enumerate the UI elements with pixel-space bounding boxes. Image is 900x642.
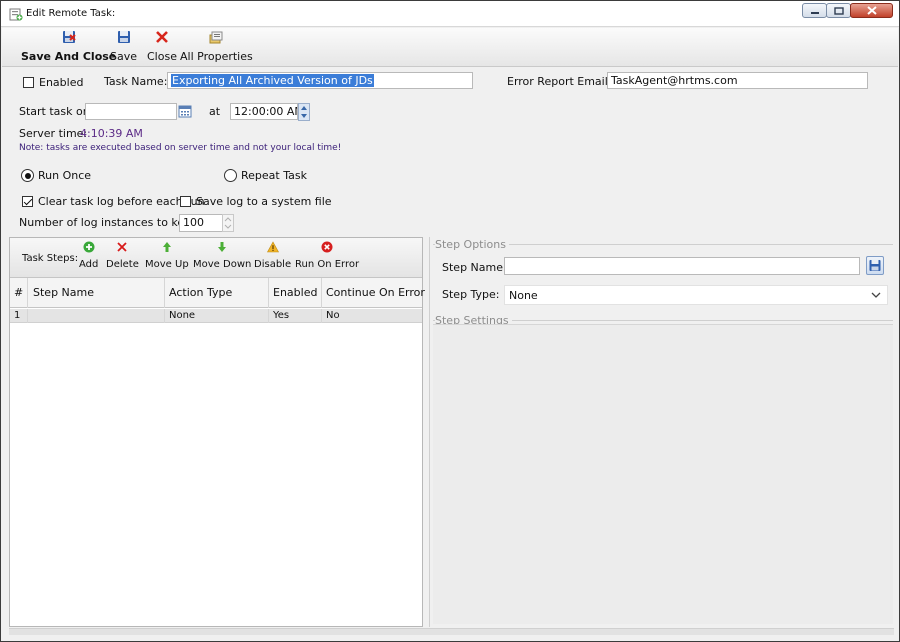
all-properties-button[interactable]: All Properties: [180, 30, 253, 63]
chevron-down-icon: [871, 292, 881, 298]
save-button[interactable]: Save: [110, 30, 137, 63]
row-action-type-cell: None: [165, 309, 269, 323]
close-label: Close: [147, 50, 177, 63]
move-up-button[interactable]: Move Up: [145, 241, 189, 270]
error-icon: [321, 241, 333, 253]
save-log-label: Save log to a system file: [196, 195, 332, 208]
minimize-icon: [810, 11, 819, 14]
task-name-label: Task Name:: [104, 75, 168, 88]
calendar-icon[interactable]: [178, 104, 192, 118]
clear-log-checkbox[interactable]: [22, 196, 33, 207]
title-bar: Edit Remote Task:: [1, 1, 899, 27]
row-number-cell: 1: [10, 309, 28, 323]
delete-icon: [117, 242, 128, 252]
maximize-button[interactable]: [826, 3, 851, 18]
server-time-value: 4:10:39 AM: [80, 127, 143, 140]
close-button[interactable]: Close: [147, 30, 177, 63]
close-icon: [866, 6, 877, 15]
window-title: Edit Remote Task:: [26, 8, 116, 19]
move-down-label: Move Down: [193, 259, 252, 270]
spinner-icon[interactable]: [298, 103, 310, 121]
run-once-radio[interactable]: [21, 169, 34, 182]
start-time-value: 12:00:00 AM: [234, 105, 298, 118]
steps-grid-header: # Step Name Action Type Enabled Continue…: [10, 278, 425, 308]
maximize-icon: [833, 6, 844, 15]
at-label: at: [209, 105, 221, 118]
window-close-button[interactable]: [850, 3, 893, 18]
steps-toolbar: Task Steps: Add Delete Move Up Move Down…: [10, 238, 422, 278]
step-settings-area: [433, 324, 893, 624]
repeat-task-radio[interactable]: [224, 169, 237, 182]
run-on-error-button[interactable]: Run On Error: [295, 241, 359, 270]
step-name-input[interactable]: [504, 257, 860, 275]
floppy-icon: [869, 260, 881, 271]
step-name-label: Step Name:: [442, 261, 507, 274]
bottom-scroll-bar[interactable]: [9, 628, 894, 635]
server-time-note: Note: tasks are executed based on server…: [19, 143, 342, 153]
task-name-value: Exporting All Archived Version of JDs: [171, 74, 374, 87]
enabled-label: Enabled: [39, 76, 84, 89]
repeat-task-label: Repeat Task: [241, 169, 307, 182]
save-close-icon: [62, 31, 76, 43]
server-time-label: Server time:: [19, 127, 88, 140]
log-instances-label: Number of log instances to keep:: [19, 216, 202, 229]
all-properties-label: All Properties: [180, 50, 253, 63]
warning-icon: [266, 241, 279, 253]
run-on-error-label: Run On Error: [295, 259, 360, 270]
app-icon: [9, 8, 23, 21]
move-up-label: Move Up: [145, 259, 189, 270]
error-email-label: Error Report Email:: [507, 75, 612, 88]
start-task-label: Start task on: [19, 105, 90, 118]
task-steps-panel: Task Steps: Add Delete Move Up Move Down…: [9, 237, 425, 627]
log-instances-input[interactable]: 100: [179, 214, 223, 232]
start-date-input[interactable]: [85, 103, 177, 120]
column-header-continue-on-error[interactable]: Continue On Error: [322, 278, 425, 308]
window-controls: [802, 3, 893, 18]
column-header-action-type[interactable]: Action Type: [165, 278, 269, 308]
delete-step-label: Delete: [106, 259, 139, 270]
log-instances-value: 100: [183, 216, 204, 229]
edit-remote-task-window: Edit Remote Task: Save And Close Save Cl…: [0, 0, 900, 642]
error-email-value: TaskAgent@hrtms.com: [611, 74, 738, 87]
enabled-checkbox[interactable]: [23, 77, 34, 88]
column-header-number[interactable]: #: [10, 278, 28, 308]
close-icon: [156, 31, 168, 43]
main-toolbar: Save And Close Save Close All Properties: [2, 28, 898, 67]
properties-icon: [209, 31, 223, 44]
row-continue-on-error-cell: No: [326, 310, 340, 321]
save-log-checkbox[interactable]: [180, 196, 191, 207]
floppy-icon: [117, 31, 130, 43]
row-enabled-cell: Yes: [269, 309, 322, 323]
disable-step-button[interactable]: Disable: [254, 241, 291, 270]
save-and-close-label: Save And Close: [21, 50, 117, 63]
arrow-down-icon: [218, 242, 227, 252]
row-step-name-cell: [28, 309, 165, 323]
delete-step-button[interactable]: Delete: [106, 241, 139, 270]
task-steps-label: Task Steps:: [22, 253, 79, 264]
step-type-value: None: [509, 289, 538, 302]
minimize-button[interactable]: [802, 3, 827, 18]
column-header-enabled[interactable]: Enabled: [269, 278, 322, 308]
spinner-icon[interactable]: [222, 214, 234, 232]
add-step-label: Add: [79, 259, 99, 270]
run-once-label: Run Once: [38, 169, 92, 182]
disable-step-label: Disable: [254, 259, 292, 270]
table-row[interactable]: 1 None Yes No: [10, 309, 422, 323]
error-email-input[interactable]: TaskAgent@hrtms.com: [607, 72, 868, 89]
step-type-label: Step Type:: [442, 288, 500, 301]
step-options-title: Step Options: [435, 238, 509, 251]
save-label: Save: [110, 50, 138, 63]
add-icon: [83, 241, 95, 253]
start-time-input[interactable]: 12:00:00 AM: [230, 103, 298, 120]
arrow-up-icon: [162, 242, 171, 252]
save-and-close-button[interactable]: Save And Close: [21, 30, 116, 63]
column-header-step-name[interactable]: Step Name: [28, 278, 165, 308]
save-step-button[interactable]: [866, 256, 884, 275]
step-type-select[interactable]: None: [504, 285, 888, 305]
add-step-button[interactable]: Add: [79, 241, 98, 270]
step-options-panel: Step Options Step Name: Step Type: None …: [429, 237, 894, 627]
move-down-button[interactable]: Move Down: [193, 241, 251, 270]
task-name-input[interactable]: Exporting All Archived Version of JDs: [167, 72, 473, 89]
